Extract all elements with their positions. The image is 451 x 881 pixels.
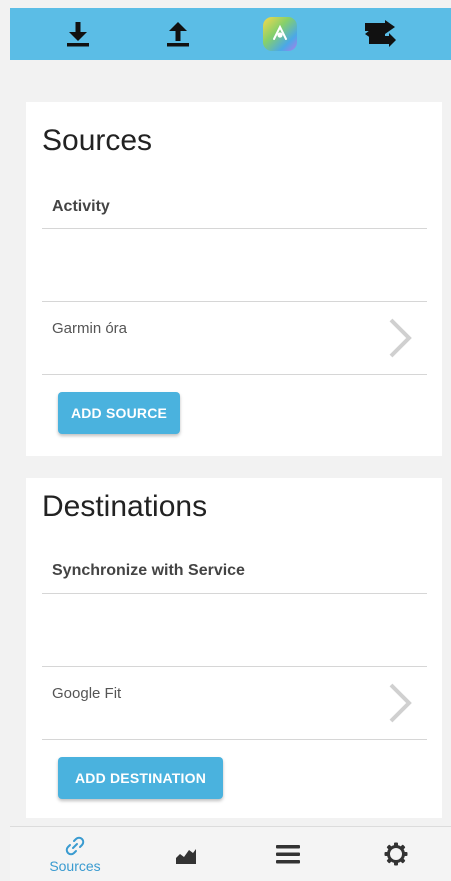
chevron-right-icon [389, 683, 412, 723]
settings-icon [384, 842, 408, 866]
sources-title: Sources [42, 124, 153, 157]
divider [42, 593, 427, 594]
divider [42, 228, 427, 229]
download-icon [67, 22, 89, 47]
app-logo-icon [263, 17, 297, 51]
destination-item-google-fit[interactable]: Google Fit [42, 667, 427, 739]
nav-item-label: Sources [49, 858, 101, 874]
sources-card: Sources Activity Garmin óra ADD SOURCE [26, 102, 442, 456]
destination-item-label: Google Fit [52, 685, 122, 702]
chart-icon [176, 849, 196, 864]
nav-item-sources[interactable]: Sources [44, 827, 106, 881]
divider [42, 374, 427, 375]
divider [42, 739, 427, 740]
link-icon [65, 836, 85, 856]
add-source-button[interactable]: ADD SOURCE [58, 392, 180, 434]
add-destination-button[interactable]: ADD DESTINATION [58, 757, 223, 799]
nav-item-settings[interactable] [376, 827, 416, 881]
destinations-card: Destinations Synchronize with Service Go… [26, 478, 442, 818]
sync-button[interactable] [358, 8, 402, 60]
source-item-label: Garmin óra [52, 320, 128, 337]
upload-button[interactable] [158, 8, 198, 60]
destinations-section-header: Synchronize with Service [52, 562, 245, 579]
chevron-right-icon [389, 318, 412, 358]
bottom-navigation: Sources [10, 826, 451, 881]
top-toolbar [10, 8, 451, 60]
sources-section-header: Activity [52, 198, 110, 215]
nav-item-chart[interactable] [166, 827, 206, 881]
source-item-garmin[interactable]: Garmin óra [42, 302, 427, 374]
nav-item-menu[interactable] [268, 827, 308, 881]
destinations-title: Destinations [42, 490, 208, 523]
sync-arrows-icon [365, 20, 396, 47]
download-button[interactable] [58, 8, 98, 60]
app-logo-button[interactable] [258, 8, 302, 60]
menu-icon [276, 845, 300, 864]
upload-icon [167, 22, 189, 47]
